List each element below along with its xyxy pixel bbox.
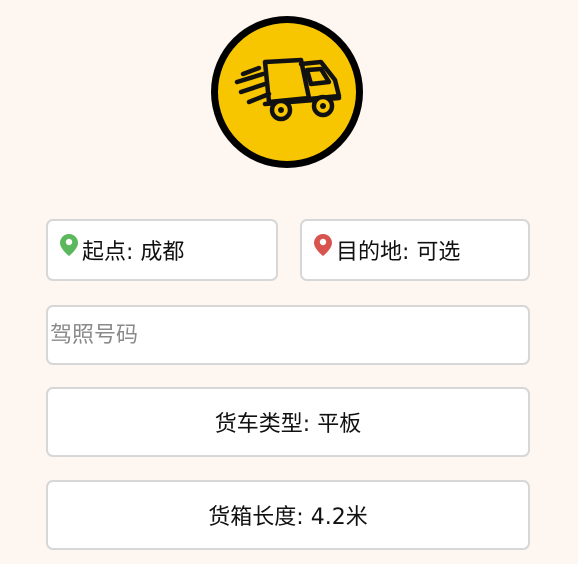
box-length-selector[interactable]: 货箱长度: 4.2米 <box>46 480 530 550</box>
license-number-input[interactable] <box>48 306 528 364</box>
license-field[interactable] <box>46 305 530 365</box>
truck-type-selector[interactable]: 货车类型: 平板 <box>46 387 530 457</box>
app-logo <box>211 16 363 168</box>
box-length-label: 货箱长度: 4.2米 <box>208 505 368 530</box>
delivery-truck-icon <box>234 57 342 122</box>
destination-label: 目的地: 可选 <box>336 240 461 265</box>
page: 起点: 成都 目的地: 可选 货车类型: 平板 货箱长度: 4.2米 <box>0 0 578 564</box>
map-pin-icon <box>60 234 78 256</box>
origin-label: 起点: 成都 <box>82 240 185 265</box>
logo-badge <box>218 23 356 161</box>
destination-selector[interactable]: 目的地: 可选 <box>300 219 530 281</box>
origin-selector[interactable]: 起点: 成都 <box>46 219 278 281</box>
map-pin-icon <box>314 234 332 256</box>
truck-type-label: 货车类型: 平板 <box>214 412 362 437</box>
